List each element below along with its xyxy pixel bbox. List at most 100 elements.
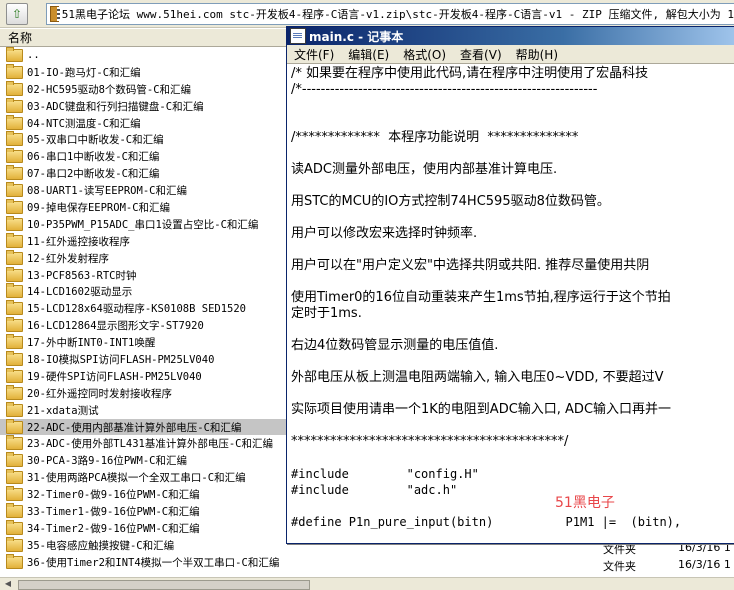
horizontal-scrollbar[interactable]: ◀ xyxy=(0,577,734,590)
text-line: 读ADC测量外部电压，使用内部基准计算电压. xyxy=(291,162,558,177)
list-item-label: 23-ADC-使用外部TL431基准计算外部电压-C和汇编 xyxy=(27,438,274,451)
list-item[interactable]: 11-红外遥控接收程序 xyxy=(0,232,286,250)
file-list[interactable]: .. 01-IO-跑马灯-C和汇编 02-HC595驱动8个数码管-C和汇编 03-A… xyxy=(0,47,286,575)
list-item[interactable]: 22-ADC-使用内部基准计算外部电压-C和汇编 xyxy=(0,418,286,436)
list-item-label: 31-使用两路PCA模拟一个全双工串口-C和汇编 xyxy=(27,472,246,485)
text-line xyxy=(291,242,734,258)
list-item-label: 30-PCA-3路9-16位PWM-C和汇编 xyxy=(27,455,187,468)
menu-format[interactable]: 格式(O) xyxy=(396,46,453,63)
text-line: 用STC的MCU的IO方式控制74HC595驱动8位数码管。 xyxy=(291,194,610,209)
list-item[interactable]: 32-Timer0-做9-16位PWM-C和汇编 xyxy=(0,486,286,503)
type-cell: 文件夹 xyxy=(603,560,636,573)
text-line xyxy=(291,114,734,130)
folder-icon xyxy=(6,131,23,147)
text-line: 使用Timer0的16位自动重装来产生1ms节拍,程序运行于这个节拍 xyxy=(291,290,671,305)
list-item-label: 15-LCD128x64驱动程序-KS0108B SED1520 xyxy=(27,303,247,316)
list-item-label: 20-红外遥控同时发射接收程序 xyxy=(27,387,172,400)
list-item[interactable]: 10-P35PWM_P15ADC_串口1设置占空比-C和汇编 xyxy=(0,215,286,233)
text-line: #include "config.H" xyxy=(291,467,479,481)
list-item[interactable]: 05-双串口中断收发-C和汇编 xyxy=(0,131,286,148)
list-item[interactable]: 36-使用Timer2和INT4模拟一个半双工串口-C和汇编 xyxy=(0,553,286,571)
text-line xyxy=(291,146,734,162)
list-item-label: 11-红外遥控接收程序 xyxy=(27,235,130,248)
list-item[interactable]: .. xyxy=(0,47,286,64)
list-item[interactable]: 34-Timer2-做9-16位PWM-C和汇编 xyxy=(0,519,286,537)
folder-icon xyxy=(6,165,23,181)
notepad-titlebar[interactable]: main.c - 记事本 xyxy=(287,27,734,45)
list-item[interactable]: 02-HC595驱动8个数码管-C和汇编 xyxy=(0,80,286,98)
list-item[interactable]: 16-LCD12864显示图形文字-ST7920 xyxy=(0,317,286,334)
list-item[interactable]: 12-红外发射程序 xyxy=(0,249,286,267)
text-line xyxy=(291,386,734,402)
list-item[interactable]: 17-外中断INT0-INT1唤醒 xyxy=(0,334,286,351)
list-item-label: 14-LCD1602驱动显示 xyxy=(27,286,133,299)
folder-icon xyxy=(6,63,23,79)
list-item[interactable]: 07-串口2中断收发-C和汇编 xyxy=(0,165,286,182)
list-item-label: 34-Timer2-做9-16位PWM-C和汇编 xyxy=(27,522,200,535)
folder-icon xyxy=(6,249,23,265)
text-line: /*--------------------------------------… xyxy=(291,82,598,97)
list-item[interactable]: 23-ADC-使用外部TL431基准计算外部电压-C和汇编 xyxy=(0,435,286,452)
list-item[interactable]: 08-UART1-读写EEPROM-C和汇编 xyxy=(0,182,286,199)
menu-help[interactable]: 帮助(H) xyxy=(509,46,565,63)
scroll-left-icon[interactable]: ◀ xyxy=(1,579,15,589)
list-item-label: 16-LCD12864显示图形文字-ST7920 xyxy=(27,320,204,333)
list-item[interactable]: 06-串口1中断收发-C和汇编 xyxy=(0,148,286,165)
text-line xyxy=(291,98,734,114)
list-item[interactable]: 18-IO模拟SPI访问FLASH-PM25LV040 xyxy=(0,350,286,368)
text-line: 外部电压从板上测温电阻两端输入, 输入电压0~VDD, 不要超过V xyxy=(291,370,664,385)
folder-icon xyxy=(6,553,23,569)
list-item-label: 05-双串口中断收发-C和汇编 xyxy=(27,134,164,147)
list-item[interactable]: 09-掉电保存EEPROM-C和汇编 xyxy=(0,198,286,216)
date-cell: 16/3/16 1 xyxy=(678,558,731,571)
list-item-label: 01-IO-跑马灯-C和汇编 xyxy=(27,66,141,79)
list-item[interactable]: 03-ADC键盘和行列扫描键盘-C和汇编 xyxy=(0,97,286,115)
folder-icon xyxy=(6,182,23,198)
list-item[interactable]: 04-NTC测温度-C和汇编 xyxy=(0,114,286,132)
list-item[interactable]: 35-电容感应触摸按键-C和汇编 xyxy=(0,536,286,554)
list-item-label: 12-红外发射程序 xyxy=(27,252,109,265)
list-item-label: 09-掉电保存EEPROM-C和汇编 xyxy=(27,201,171,214)
folder-icon xyxy=(6,469,23,485)
list-item-label: 07-串口2中断收发-C和汇编 xyxy=(27,168,160,181)
list-item[interactable]: 21-xdata测试 xyxy=(0,401,286,419)
column-header-name[interactable]: 名称 xyxy=(0,29,286,47)
list-item[interactable]: 19-硬件SPI访问FLASH-PM25LV040 xyxy=(0,367,286,385)
list-item[interactable]: 15-LCD128x64驱动程序-KS0108B SED1520 xyxy=(0,300,286,317)
list-item[interactable]: 33-Timer1-做9-16位PWM-C和汇编 xyxy=(0,502,286,520)
list-item-label: 08-UART1-读写EEPROM-C和汇编 xyxy=(27,185,187,198)
folder-icon xyxy=(6,350,23,366)
list-item-label: 19-硬件SPI访问FLASH-PM25LV040 xyxy=(27,370,202,383)
list-item[interactable]: 13-PCF8563-RTC时钟 xyxy=(0,266,286,284)
list-item[interactable]: 31-使用两路PCA模拟一个全双工串口-C和汇编 xyxy=(0,469,286,486)
path-text: 51黑电子论坛 www.51hei.com stc-开发板4-程序-C语言-v1… xyxy=(61,8,734,21)
list-item[interactable]: 20-红外遥控同时发射接收程序 xyxy=(0,384,286,402)
folder-icon xyxy=(6,232,23,248)
folder-icon xyxy=(6,97,23,113)
folder-icon xyxy=(6,367,23,383)
text-line: 用户可以修改宏来选择时钟频率. xyxy=(291,226,478,241)
list-item-label: 02-HC595驱动8个数码管-C和汇编 xyxy=(27,83,192,96)
folder-icon xyxy=(6,198,23,214)
path-field[interactable]: 51黑电子论坛 www.51hei.com stc-开发板4-程序-C语言-v1… xyxy=(46,3,734,25)
list-item-label: 13-PCF8563-RTC时钟 xyxy=(27,269,137,282)
list-item[interactable]: 01-IO-跑马灯-C和汇编 xyxy=(0,63,286,81)
list-item-label: 35-电容感应触摸按键-C和汇编 xyxy=(27,539,175,552)
text-line xyxy=(291,498,734,514)
menu-view[interactable]: 查看(V) xyxy=(453,46,509,63)
folder-icon xyxy=(6,502,23,518)
text-line: 定时于1ms. xyxy=(291,306,362,321)
text-line: 用户可以在"用户定义宏"中选择共阴或共阳. 推荐尽量使用共阴 xyxy=(291,258,650,273)
folder-icon xyxy=(6,536,23,552)
notepad-text-area[interactable]: /* 如果要在程序中使用此代码,请在程序中注明使用了宏晶科技/*--------… xyxy=(287,64,734,543)
folder-icon xyxy=(6,384,23,400)
up-folder-button[interactable]: ⇧ xyxy=(6,3,28,25)
list-item[interactable]: 14-LCD1602驱动显示 xyxy=(0,283,286,300)
text-line: /************* 本程序功能说明 ************** xyxy=(291,130,579,145)
menu-edit[interactable]: 编辑(E) xyxy=(341,46,396,63)
text-line xyxy=(291,322,734,338)
path-toolbar: ⇧ 51黑电子论坛 www.51hei.com stc-开发板4-程序-C语言-… xyxy=(0,0,734,28)
list-item[interactable]: 30-PCA-3路9-16位PWM-C和汇编 xyxy=(0,452,286,469)
menu-file[interactable]: 文件(F) xyxy=(287,46,341,63)
text-line: /* 如果要在程序中使用此代码,请在程序中注明使用了宏晶科技 xyxy=(291,66,649,81)
